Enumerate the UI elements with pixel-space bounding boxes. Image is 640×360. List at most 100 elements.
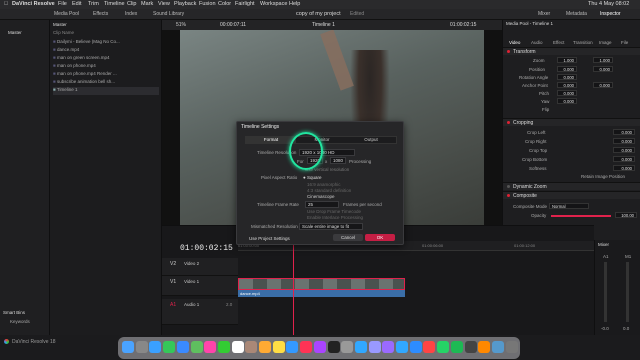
tab-format[interactable]: Format: [246, 137, 296, 143]
trash-icon[interactable]: [505, 341, 518, 353]
photos-icon[interactable]: [204, 341, 217, 353]
aspect-anamorphic-radio[interactable]: 16:9 anamorphic: [307, 182, 341, 187]
composite-mode-select[interactable]: Normal: [549, 203, 589, 209]
menu-fusion[interactable]: Fusion: [199, 0, 216, 9]
settings-icon[interactable]: [341, 341, 354, 353]
media-pool-clip[interactable]: ■ man on green screen.mp4: [53, 55, 159, 63]
position-x-field[interactable]: 0.000: [557, 66, 577, 72]
menu-mark[interactable]: Mark: [141, 0, 153, 9]
fader-a1[interactable]: [604, 262, 607, 322]
menu-file[interactable]: File: [58, 0, 67, 9]
launchpad-icon[interactable]: [135, 341, 148, 353]
mixer-button[interactable]: Mixer: [538, 9, 550, 20]
pitch-field[interactable]: 0.000: [557, 90, 577, 96]
safari-icon[interactable]: [149, 341, 162, 353]
smart-bin-keywords[interactable]: Keywords: [10, 319, 30, 324]
menu-edit[interactable]: Edit: [72, 0, 81, 9]
facetime-icon[interactable]: [217, 341, 230, 353]
anchor-y-field[interactable]: 0.000: [593, 82, 613, 88]
section-cropping[interactable]: Cropping: [503, 118, 640, 126]
track-header-a1[interactable]: A1 Audio 1 2.0: [162, 299, 238, 325]
media-pool-clip[interactable]: ■ subscribe animation bell sh...: [53, 79, 159, 87]
media-pool-clip[interactable]: ■ man on phone.mp4 Render ...: [53, 71, 159, 79]
zoom-y-field[interactable]: 1.000: [593, 57, 613, 63]
height-field[interactable]: 1080: [330, 157, 346, 164]
menu-fairlight[interactable]: Fairlight: [235, 0, 255, 9]
ok-button[interactable]: OK: [365, 234, 395, 241]
menu-trim[interactable]: Trim: [88, 0, 99, 9]
menu-help[interactable]: Help: [289, 0, 300, 9]
premiere-icon[interactable]: [368, 341, 381, 353]
metadata-button[interactable]: Metadata: [566, 9, 587, 20]
viewer-zoom[interactable]: 51%: [176, 20, 186, 30]
effects-button[interactable]: Effects: [93, 9, 108, 20]
contacts-icon[interactable]: [245, 341, 258, 353]
crop-bottom-field[interactable]: 0.000: [613, 156, 635, 162]
position-y-field[interactable]: 0.000: [593, 66, 613, 72]
menu-clock[interactable]: Thu 4 May 08:02: [588, 0, 629, 9]
chrome-icon[interactable]: [423, 341, 436, 353]
folder-icon[interactable]: [491, 341, 504, 353]
tab-video[interactable]: Video: [509, 40, 520, 45]
mail-icon[interactable]: [176, 341, 189, 353]
track-header-v2[interactable]: V2 Video 2: [162, 258, 238, 276]
menu-clip[interactable]: Clip: [127, 0, 136, 9]
tab-file[interactable]: File: [621, 40, 628, 45]
zoom-x-field[interactable]: 1.000: [557, 57, 577, 63]
aspect-cinemascope-radio[interactable]: Cinemascope: [307, 194, 335, 199]
section-composite[interactable]: Composite: [503, 191, 640, 199]
calendar-icon[interactable]: [231, 341, 244, 353]
finder-icon[interactable]: [122, 341, 134, 353]
opacity-slider[interactable]: [551, 215, 611, 217]
inspector-button[interactable]: Inspector: [600, 9, 621, 20]
tab-output[interactable]: Output: [346, 137, 396, 143]
section-transform[interactable]: Transform: [503, 47, 640, 55]
menu-workspace[interactable]: Workspace: [260, 0, 287, 9]
media-pool-clip[interactable]: ■ Timeline 1: [53, 87, 159, 95]
yaw-field[interactable]: 0.000: [557, 98, 577, 104]
playhead[interactable]: [293, 241, 294, 336]
track-header-v1[interactable]: V1 Video 1: [162, 276, 238, 296]
crop-top-field[interactable]: 0.000: [613, 147, 635, 153]
notes-icon[interactable]: [272, 341, 285, 353]
apple-icon[interactable]: : [4, 0, 8, 9]
tab-transition[interactable]: Transition: [573, 40, 593, 45]
section-dynamic-zoom[interactable]: Dynamic Zoom: [503, 182, 640, 190]
video-clip[interactable]: [238, 278, 405, 290]
podcasts-icon[interactable]: [313, 341, 326, 353]
tv-icon[interactable]: [327, 341, 340, 353]
menu-color[interactable]: Color: [218, 0, 231, 9]
media-pool-clip[interactable]: ■ Dailymi - Believe (Mag No Co...: [53, 39, 159, 47]
tab-image[interactable]: Image: [599, 40, 612, 45]
interlace-checkbox[interactable]: Enable Interlace Processing: [307, 215, 363, 220]
appstore-icon[interactable]: [286, 341, 299, 353]
softness-field[interactable]: 0.000: [613, 165, 635, 171]
zoom-icon[interactable]: [409, 341, 422, 353]
tab-effect[interactable]: Effect: [553, 40, 564, 45]
crop-left-field[interactable]: 0.000: [613, 129, 635, 135]
lightroom-icon[interactable]: [396, 341, 408, 353]
aspect-square-radio[interactable]: ● Square: [303, 175, 321, 180]
crop-right-field[interactable]: 0.000: [613, 138, 635, 144]
cancel-button[interactable]: Cancel: [333, 234, 363, 241]
bin-master[interactable]: Master: [8, 30, 22, 35]
menu-view[interactable]: View: [158, 0, 170, 9]
photoshop-icon[interactable]: [354, 341, 367, 353]
menu-app-name[interactable]: DaVinci Resolve: [12, 0, 55, 9]
media-pool-button[interactable]: Media Pool: [54, 9, 79, 20]
aspect-sd-radio[interactable]: 4:3 standard definition: [307, 188, 351, 193]
retain-image-position-checkbox[interactable]: Retain Image Position: [581, 174, 625, 179]
aftereffects-icon[interactable]: [382, 341, 395, 353]
music-icon[interactable]: [300, 341, 313, 353]
drop-frame-checkbox[interactable]: Use Drop Frame Timecode: [307, 209, 361, 214]
rotation-field[interactable]: 0.000: [557, 74, 577, 80]
messages-icon[interactable]: [163, 341, 176, 353]
vlc-icon[interactable]: [478, 341, 491, 353]
menu-playback[interactable]: Playback: [174, 0, 196, 9]
index-button[interactable]: Index: [125, 9, 137, 20]
sound-library-button[interactable]: Sound Library: [153, 9, 184, 20]
opacity-field[interactable]: 100.00: [615, 212, 637, 218]
anchor-x-field[interactable]: 0.000: [557, 82, 577, 88]
media-pool-clip[interactable]: ■ dance.mp4: [53, 47, 159, 55]
spotify-icon[interactable]: [450, 341, 463, 353]
